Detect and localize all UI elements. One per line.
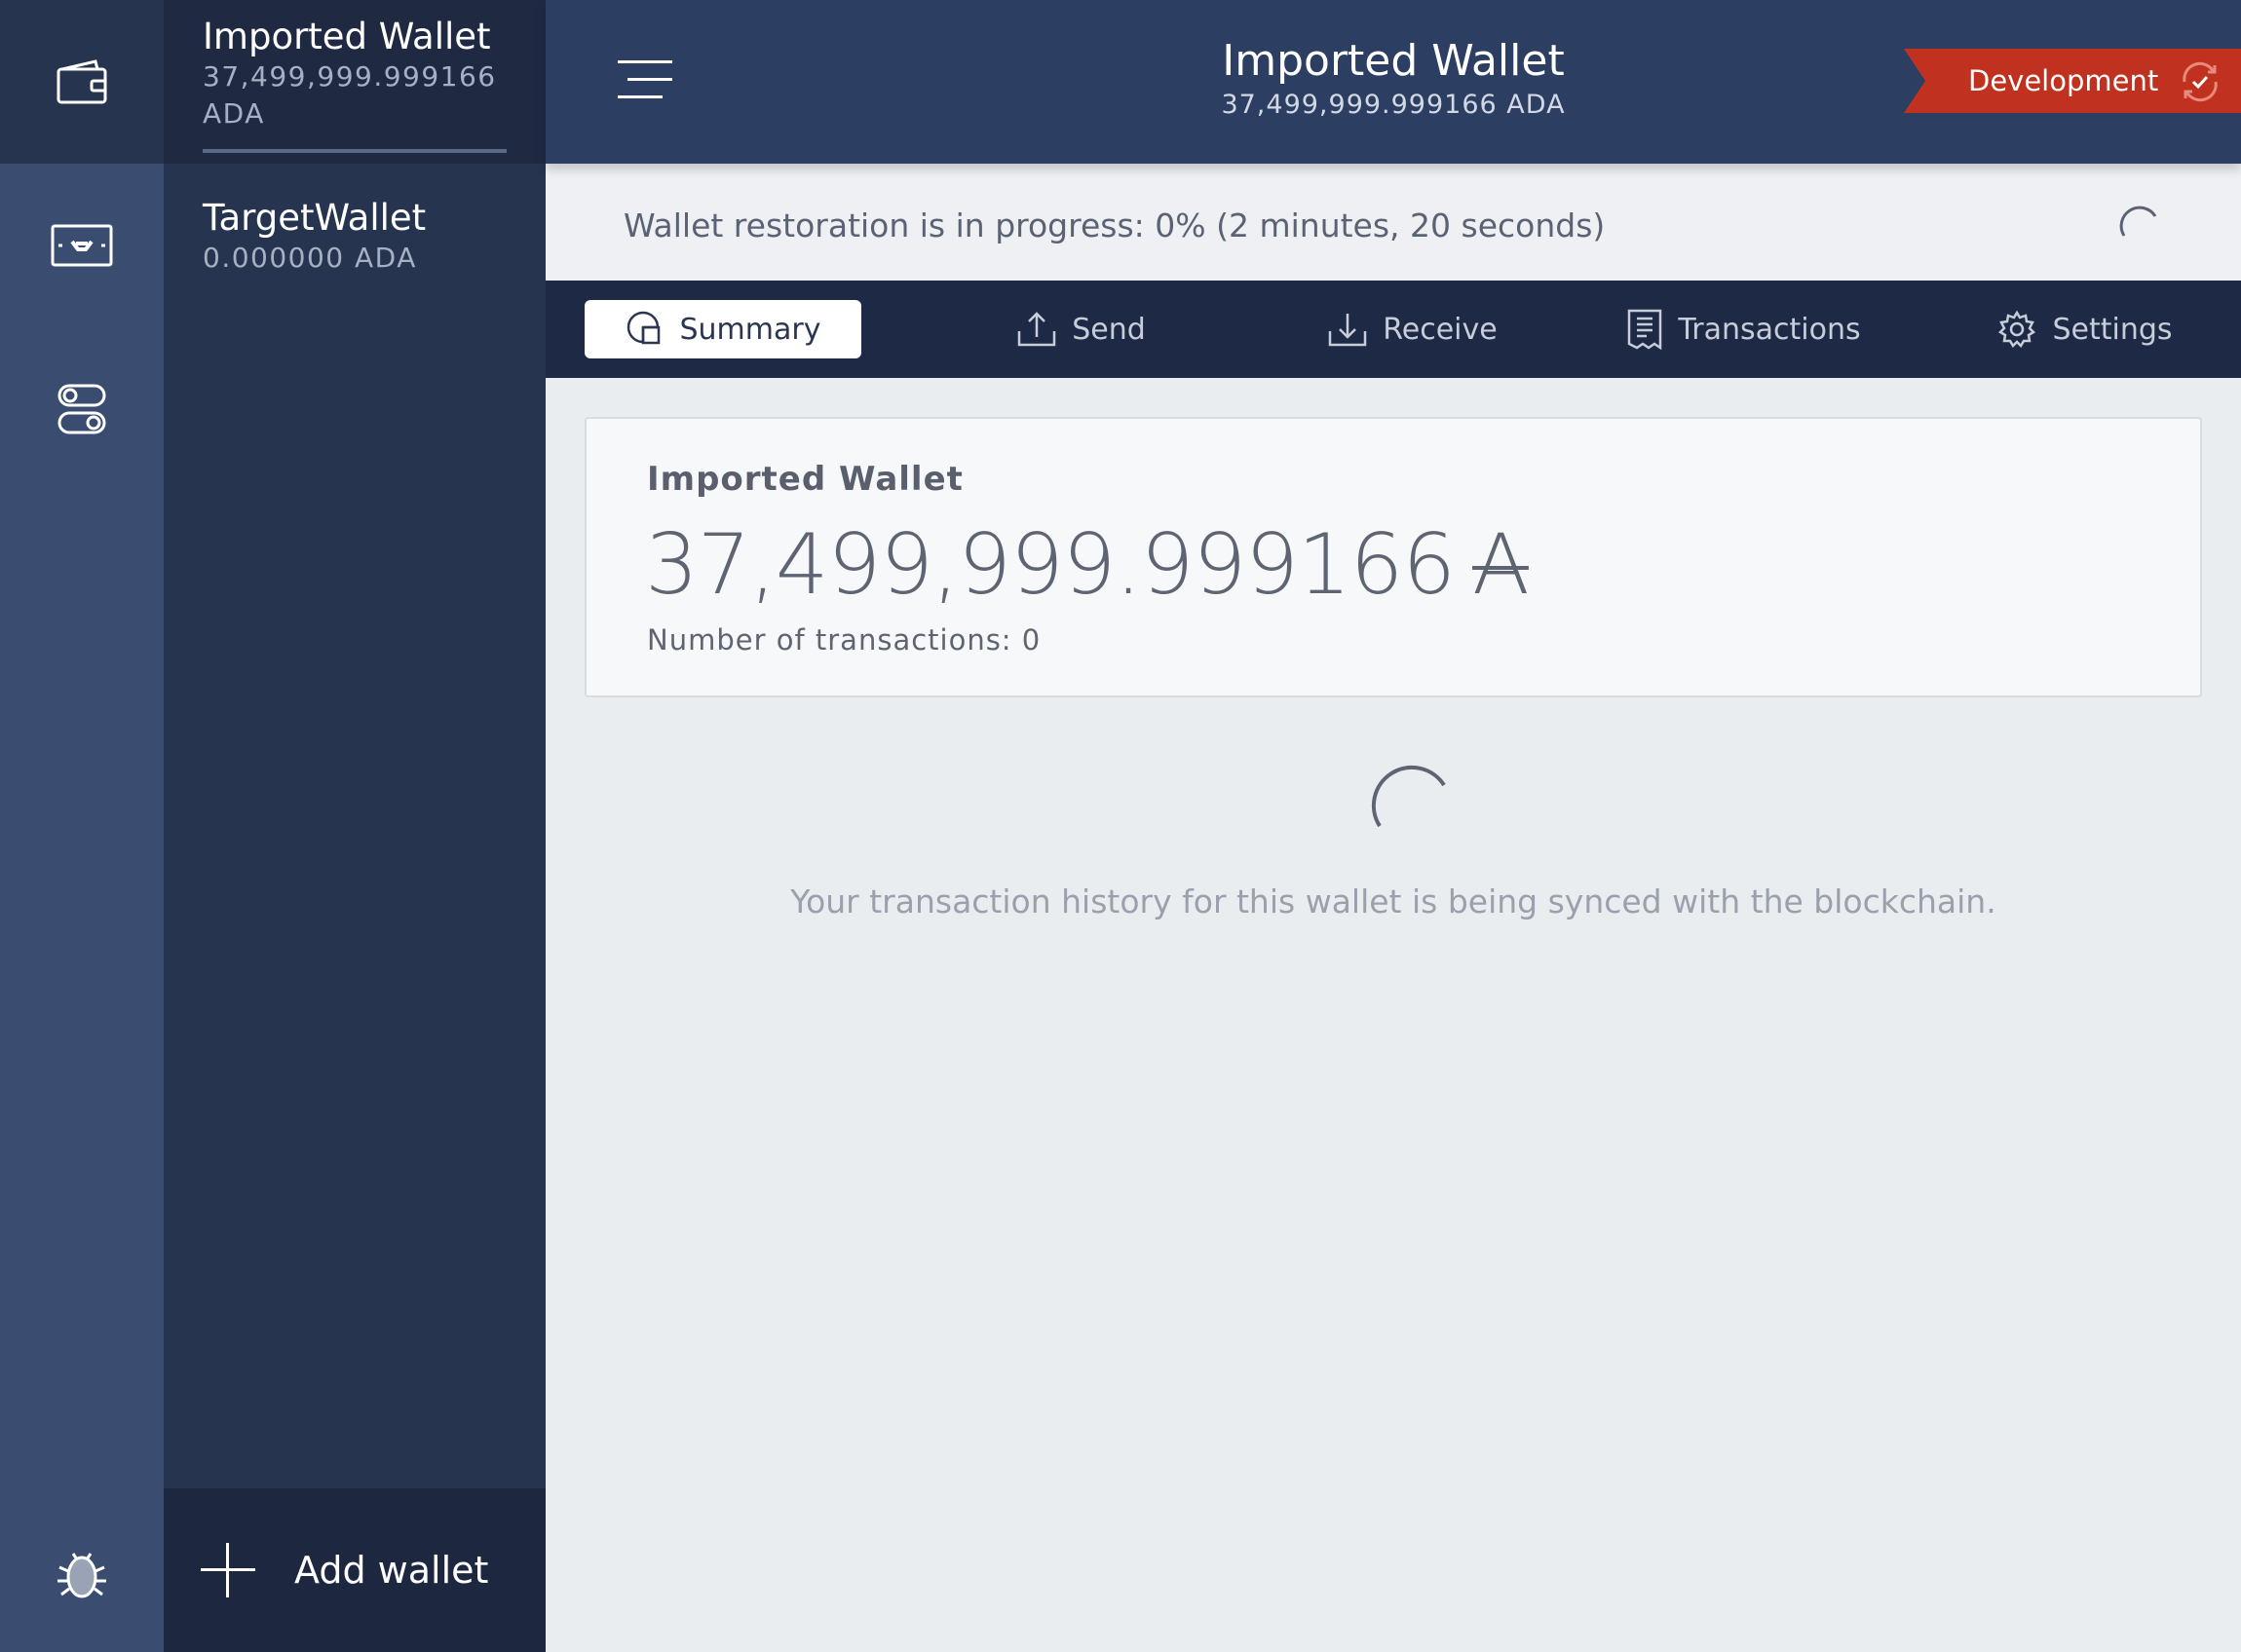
wallet-list-panel: Imported Wallet 37,499,999.999166 ADA Ta… <box>164 0 546 1652</box>
rail-wallets-button[interactable] <box>0 0 164 164</box>
active-wallet-indicator <box>203 149 507 153</box>
tab-settings[interactable]: Settings <box>1968 300 2202 358</box>
rail-ada-redemption-button[interactable] <box>0 164 164 327</box>
tab-receive-label: Receive <box>1383 312 1498 347</box>
wallet-summary-card: Imported Wallet 37,499,999.999166 A Numbe… <box>585 417 2202 697</box>
loading-spinner-icon <box>2119 206 2157 237</box>
tab-summary-label: Summary <box>679 312 821 347</box>
ada-currency-icon: A <box>1472 516 1530 614</box>
summary-wallet-name: Imported Wallet <box>647 460 964 499</box>
tab-settings-label: Settings <box>2052 312 2173 347</box>
wallet-name: TargetWallet <box>203 197 427 239</box>
tab-summary[interactable]: Summary <box>585 300 861 358</box>
summary-icon <box>627 311 660 345</box>
settings-toggle-icon <box>57 384 106 434</box>
restoration-notice: Wallet restoration is in progress: 0% (2… <box>546 164 2241 281</box>
tab-send-label: Send <box>1072 312 1146 347</box>
wallet-icon <box>57 59 107 104</box>
top-bar: Imported Wallet 37,499,999.999166 ADA De… <box>546 0 2241 164</box>
tab-receive[interactable]: Receive <box>1306 300 1520 358</box>
send-icon <box>1017 312 1056 347</box>
sync-spinner-icon <box>1371 765 1446 828</box>
network-status-badge[interactable]: Development <box>1904 49 2241 113</box>
wallet-nav-tabs: Summary Send Receive Transactions Settin… <box>546 281 2241 378</box>
restoration-text: Wallet restoration is in progress: 0% (2… <box>624 206 1606 244</box>
sync-message: Your transaction history for this wallet… <box>790 882 1996 920</box>
tab-send[interactable]: Send <box>974 300 1189 358</box>
ada-redemption-icon <box>51 224 113 267</box>
sync-status-icon <box>2183 61 2218 102</box>
tab-transactions-label: Transactions <box>1678 312 1861 347</box>
network-label: Development <box>1968 64 2159 97</box>
sidebar-rail <box>0 0 164 1652</box>
add-wallet-button[interactable]: Add wallet <box>164 1488 546 1652</box>
plus-icon <box>201 1543 255 1597</box>
bug-icon <box>57 1553 106 1598</box>
add-wallet-label: Add wallet <box>294 1549 489 1592</box>
wallet-balance: 37,499,999.999166 ADA <box>203 60 497 130</box>
amount-value: 37,499,999.999166 <box>645 516 1456 614</box>
summary-amount: 37,499,999.999166 A <box>645 516 1530 614</box>
rail-settings-button[interactable] <box>0 327 164 491</box>
wallet-item-target[interactable]: TargetWallet 0.000000 ADA <box>164 164 546 300</box>
rail-bug-report-button[interactable] <box>0 1529 164 1617</box>
transaction-count: Number of transactions: 0 <box>647 623 1042 657</box>
gear-icon <box>1998 310 2036 349</box>
receive-icon <box>1329 314 1367 347</box>
wallet-name: Imported Wallet <box>203 16 491 57</box>
tab-transactions[interactable]: Transactions <box>1617 300 1871 358</box>
wallet-item-imported[interactable]: Imported Wallet 37,499,999.999166 ADA <box>164 0 546 164</box>
transactions-icon <box>1628 309 1662 350</box>
wallet-balance: 0.000000 ADA <box>203 242 417 274</box>
